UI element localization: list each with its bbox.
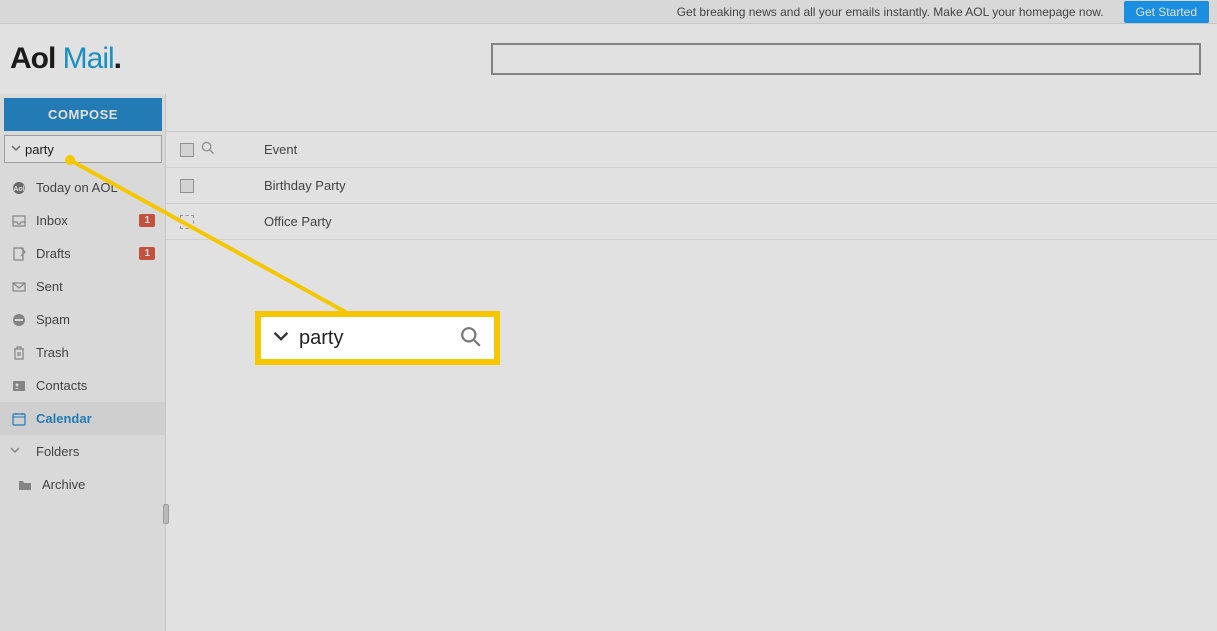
sidebar-search[interactable]	[4, 135, 162, 163]
search-icon	[460, 326, 482, 351]
spam-icon	[10, 313, 28, 327]
sidebar-item-calendar[interactable]: Calendar	[0, 402, 165, 435]
homepage-banner: Get breaking news and all your emails in…	[0, 0, 1217, 24]
sidebar-item-label: Trash	[36, 345, 69, 360]
search-icon[interactable]	[201, 141, 215, 158]
sidebar: COMPOSE Aol Today on AOL Inb	[0, 94, 166, 631]
event-list: Event Birthday Party Office Party	[166, 132, 1217, 240]
drafts-badge: 1	[139, 247, 155, 260]
header: Aol Mail.	[0, 24, 1217, 94]
compose-button[interactable]: COMPOSE	[4, 98, 162, 131]
sidebar-search-input[interactable]	[21, 142, 201, 157]
column-header-event: Event	[264, 142, 297, 157]
event-checkbox[interactable]	[180, 179, 194, 193]
event-list-header: Event	[166, 132, 1217, 168]
sidebar-item-label: Today on AOL	[36, 180, 118, 195]
logo-dot: .	[114, 42, 121, 75]
sidebar-resize-handle[interactable]	[163, 504, 169, 524]
sidebar-item-label: Folders	[36, 444, 79, 459]
inbox-icon	[10, 214, 28, 228]
sidebar-item-archive[interactable]: Archive	[0, 468, 165, 501]
banner-message: Get breaking news and all your emails in…	[677, 5, 1104, 19]
event-title: Birthday Party	[264, 178, 346, 193]
main: COMPOSE Aol Today on AOL Inb	[0, 94, 1217, 631]
sidebar-item-contacts[interactable]: Contacts	[0, 369, 165, 402]
sidebar-item-label: Calendar	[36, 411, 92, 426]
logo-aol: Aol	[10, 42, 55, 75]
aol-icon: Aol	[10, 181, 28, 195]
sent-icon	[10, 280, 28, 294]
calendar-icon	[10, 412, 28, 426]
chevron-down-icon	[273, 328, 289, 349]
search-callout: party	[255, 311, 500, 365]
sidebar-item-label: Contacts	[36, 378, 87, 393]
top-search-input[interactable]	[491, 43, 1201, 75]
sidebar-item-label: Archive	[42, 477, 85, 492]
aol-mail-logo: Aol Mail.	[10, 42, 121, 76]
chevron-down-icon[interactable]	[11, 143, 21, 156]
callout-search-value: party	[299, 327, 460, 350]
nav-list: Aol Today on AOL Inbox 1 Drafts 1	[0, 171, 165, 501]
drafts-icon	[10, 247, 28, 261]
get-started-button[interactable]: Get Started	[1124, 1, 1209, 23]
sidebar-item-folders[interactable]: Folders	[0, 435, 165, 468]
svg-text:Aol: Aol	[13, 186, 24, 193]
sidebar-item-label: Drafts	[36, 246, 71, 261]
inbox-badge: 1	[139, 214, 155, 227]
sidebar-item-today[interactable]: Aol Today on AOL	[0, 171, 165, 204]
logo-mail: Mail	[55, 42, 113, 75]
event-checkbox[interactable]	[180, 215, 194, 229]
sidebar-item-inbox[interactable]: Inbox 1	[0, 204, 165, 237]
folder-icon	[16, 478, 34, 492]
event-title: Office Party	[264, 214, 332, 229]
sidebar-item-label: Inbox	[36, 213, 68, 228]
event-row[interactable]: Birthday Party	[166, 168, 1217, 204]
sidebar-item-trash[interactable]: Trash	[0, 336, 165, 369]
trash-icon	[10, 346, 28, 360]
contacts-icon	[10, 379, 28, 393]
sidebar-item-label: Spam	[36, 312, 70, 327]
content-toolbar	[166, 94, 1217, 132]
event-row[interactable]: Office Party	[166, 204, 1217, 240]
sidebar-item-label: Sent	[36, 279, 63, 294]
sidebar-item-spam[interactable]: Spam	[0, 303, 165, 336]
chevron-down-icon	[10, 445, 28, 458]
sidebar-item-sent[interactable]: Sent	[0, 270, 165, 303]
sidebar-item-drafts[interactable]: Drafts 1	[0, 237, 165, 270]
